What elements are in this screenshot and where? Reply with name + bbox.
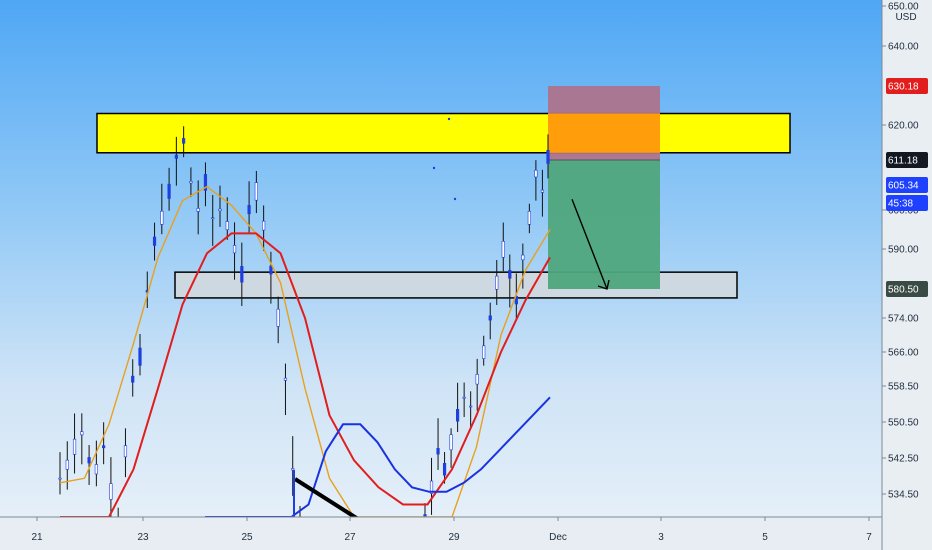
candle-body xyxy=(534,169,538,178)
candle-body xyxy=(488,315,492,321)
candle-body xyxy=(182,138,186,144)
candle-body xyxy=(501,241,505,258)
candle-body xyxy=(276,308,280,327)
candle-body xyxy=(469,405,473,408)
candle-body xyxy=(152,236,157,246)
candle-body xyxy=(521,254,525,261)
candle-body xyxy=(456,408,460,422)
trade-reward-area xyxy=(548,160,660,289)
trend-line xyxy=(293,477,360,521)
candle-body xyxy=(102,445,106,449)
x-tick-label: 25 xyxy=(241,532,253,543)
x-tick-label: Dec xyxy=(549,532,567,543)
candle-body xyxy=(247,205,251,215)
y-tick-label: 550.50 xyxy=(888,418,919,429)
candle-body xyxy=(138,347,142,366)
x-tick-label: 23 xyxy=(137,532,149,543)
y-tick-label: 558.50 xyxy=(888,382,919,393)
candle-body xyxy=(495,275,499,290)
zones-layer xyxy=(96,112,791,299)
trade-layer xyxy=(548,86,660,289)
y-tick-label: 620.00 xyxy=(888,121,919,132)
candle-body xyxy=(218,208,222,212)
price-badge-label: 580.50 xyxy=(888,285,919,296)
ma-slow-line xyxy=(205,396,551,518)
candle-body xyxy=(482,345,486,359)
candle-body xyxy=(269,265,273,275)
price-badge-label: 611.18 xyxy=(888,156,918,167)
trade-zone-overlap xyxy=(548,113,660,153)
candle-body xyxy=(94,464,98,475)
candle-body xyxy=(174,154,178,159)
candle-body xyxy=(442,463,447,476)
candle-body xyxy=(436,448,440,455)
y-tick-label: 590.00 xyxy=(888,245,919,256)
y-tick-label: 534.50 xyxy=(888,490,919,501)
x-tick-label: 21 xyxy=(31,532,43,543)
x-tick-label: 29 xyxy=(448,532,460,543)
candle-body xyxy=(546,150,550,164)
x-tick-label: 5 xyxy=(762,532,768,543)
price-badge-label: 605.34 xyxy=(888,181,919,192)
candle-body xyxy=(160,210,164,225)
candle-body xyxy=(109,483,113,500)
moving-averages-layer xyxy=(59,185,551,518)
candle-body xyxy=(80,431,84,436)
candle-body xyxy=(87,457,91,464)
chart: USD 650.00 640.00 620.00 600.00 590.00 574.00 5… xyxy=(0,0,932,550)
y-tick-label: 566.00 xyxy=(888,348,919,359)
price-badge-label: 630.18 xyxy=(888,82,919,93)
candle-body xyxy=(449,434,453,451)
candle-body xyxy=(291,468,295,471)
candle-body xyxy=(462,396,466,399)
x-tick-label: 3 xyxy=(658,532,664,543)
candle-body xyxy=(58,477,62,480)
candle-body xyxy=(540,189,545,193)
resistance-zone xyxy=(96,112,791,154)
y-tick-label: 640.00 xyxy=(888,42,919,53)
x-tick-label: 7 xyxy=(866,532,872,543)
candle-body xyxy=(196,208,200,212)
marker-dot xyxy=(453,197,457,201)
candle-body xyxy=(123,445,128,458)
marker-dot xyxy=(432,166,436,170)
candle-body xyxy=(527,210,531,225)
candle-body xyxy=(508,269,512,279)
y-tick-label: 650.00 xyxy=(888,2,919,13)
marker-dot xyxy=(447,117,451,121)
candle-body xyxy=(262,220,266,231)
currency-label: USD xyxy=(895,12,916,23)
candle-body xyxy=(225,221,229,231)
candle-body xyxy=(65,459,69,470)
y-tick-label: 542.50 xyxy=(888,454,919,465)
time-axis-panel xyxy=(0,517,882,550)
candle-body xyxy=(211,217,215,220)
candle-body xyxy=(475,374,479,385)
candles-layer xyxy=(58,126,550,519)
candle-body xyxy=(131,375,135,383)
candle-body xyxy=(72,438,77,455)
price-badge-label: 45:38 xyxy=(888,198,913,209)
candle-body xyxy=(232,245,237,254)
candle-body xyxy=(240,266,244,283)
candle-body xyxy=(167,183,171,199)
x-tick-label: 27 xyxy=(344,532,356,543)
candle-body xyxy=(254,182,258,201)
chart-svg: USD650.00640.00620.00600.00590.00574.005… xyxy=(0,0,932,550)
candle-body xyxy=(283,377,288,381)
candle-body xyxy=(189,181,193,184)
y-tick-label: 574.00 xyxy=(888,314,919,325)
